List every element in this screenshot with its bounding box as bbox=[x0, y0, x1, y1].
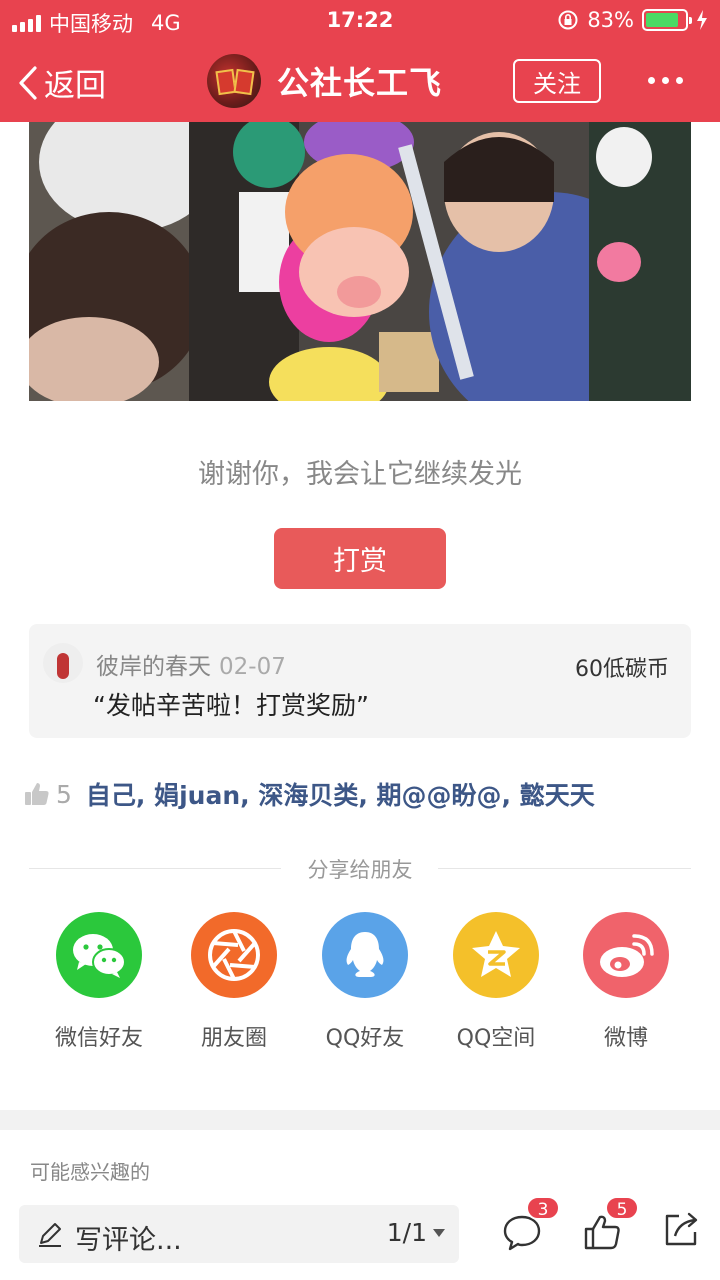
comment-input[interactable]: 写评论... 1/1 bbox=[19, 1205, 459, 1263]
bottom-bar: 写评论... 1/1 3 5 bbox=[0, 1192, 720, 1280]
reward-date: 02-07 bbox=[219, 654, 286, 680]
author-name[interactable]: 公社长工飞 bbox=[277, 58, 442, 104]
rewarder-info: 彼岸的春天 02-07 bbox=[96, 647, 286, 681]
share-section-title: 分享给朋友 bbox=[0, 852, 720, 884]
author-avatar[interactable] bbox=[207, 54, 261, 108]
like-count-badge: 5 bbox=[605, 1196, 639, 1220]
battery-percent: 83% bbox=[587, 8, 634, 32]
pencil-icon bbox=[39, 1223, 61, 1247]
reward-record-card: 彼岸的春天 02-07 60低碳币 “发帖辛苦啦！打赏奖励” bbox=[29, 624, 691, 738]
battery-icon bbox=[642, 9, 692, 31]
reward-button[interactable]: 打赏 bbox=[274, 528, 446, 589]
share-wechat-button[interactable]: 微信好友 bbox=[44, 912, 154, 1052]
more-options-button[interactable] bbox=[640, 60, 690, 100]
share-label: 微信好友 bbox=[54, 1026, 143, 1051]
thanks-message: 谢谢你，我会让它继续发光 bbox=[198, 459, 522, 490]
moments-icon bbox=[191, 912, 277, 998]
wechat-icon bbox=[56, 912, 142, 998]
follow-button[interactable]: 关注 bbox=[513, 59, 601, 103]
chevron-left-icon bbox=[19, 65, 37, 100]
reward-amount: 60低碳币 bbox=[575, 657, 669, 682]
divider bbox=[438, 868, 691, 869]
back-label: 返回 bbox=[44, 68, 106, 104]
qq-icon bbox=[322, 912, 408, 998]
rewarder-name[interactable]: 彼岸的春天 bbox=[96, 654, 211, 680]
share-label: QQ好友 bbox=[325, 1026, 405, 1051]
interest-section-title: 可能感兴趣的 bbox=[30, 1160, 150, 1184]
section-divider bbox=[0, 1110, 720, 1130]
liker-names[interactable]: 自己, 娟juan, 深海贝类, 期@@盼@, 懿天天 bbox=[86, 776, 595, 812]
charging-icon bbox=[697, 10, 707, 30]
share-label: QQ空间 bbox=[456, 1026, 536, 1051]
share-title-text: 分享给朋友 bbox=[307, 858, 413, 882]
share-arrow-icon bbox=[665, 1212, 698, 1246]
qzone-icon bbox=[453, 912, 539, 998]
share-qq-button[interactable]: QQ好友 bbox=[310, 912, 420, 1052]
share-button[interactable] bbox=[661, 1210, 705, 1254]
like-count: 5 bbox=[56, 779, 72, 809]
likes-row: 5 自己, 娟juan, 深海贝类, 期@@盼@, 懿天天 bbox=[24, 776, 595, 812]
comment-placeholder: 写评论... bbox=[75, 1225, 182, 1256]
share-weibo-button[interactable]: 微博 bbox=[571, 912, 681, 1052]
comments-button[interactable]: 3 bbox=[500, 1196, 560, 1254]
more-dot bbox=[675, 76, 683, 84]
rotation-lock-icon bbox=[558, 10, 578, 30]
back-button[interactable]: 返回 bbox=[18, 60, 106, 105]
more-dot bbox=[661, 76, 669, 84]
like-button[interactable]: 5 bbox=[581, 1196, 639, 1254]
status-bar: 中国移动 4G 17:22 83% bbox=[0, 0, 720, 40]
app-header: 中国移动 4G 17:22 83% 返回 公社长工飞 关注 bbox=[0, 0, 720, 122]
reward-message: “发帖辛苦啦！打赏奖励” bbox=[93, 691, 369, 720]
weibo-icon bbox=[583, 912, 669, 998]
share-moments-button[interactable]: 朋友圈 bbox=[179, 912, 289, 1052]
rewarder-avatar[interactable] bbox=[43, 643, 83, 683]
page-selector[interactable]: 1/1 bbox=[387, 1218, 445, 1247]
comment-count-badge: 3 bbox=[526, 1196, 560, 1220]
share-label: 微博 bbox=[603, 1026, 648, 1051]
nav-bar: 返回 公社长工飞 关注 bbox=[0, 48, 720, 114]
post-photo[interactable] bbox=[29, 122, 691, 401]
more-dot bbox=[647, 76, 655, 84]
thumbs-up-icon[interactable] bbox=[24, 781, 50, 807]
caret-down-icon bbox=[433, 1228, 445, 1237]
share-label: 朋友圈 bbox=[200, 1026, 267, 1051]
share-qzone-button[interactable]: QQ空间 bbox=[441, 912, 551, 1052]
page-indicator: 1/1 bbox=[386, 1218, 427, 1247]
